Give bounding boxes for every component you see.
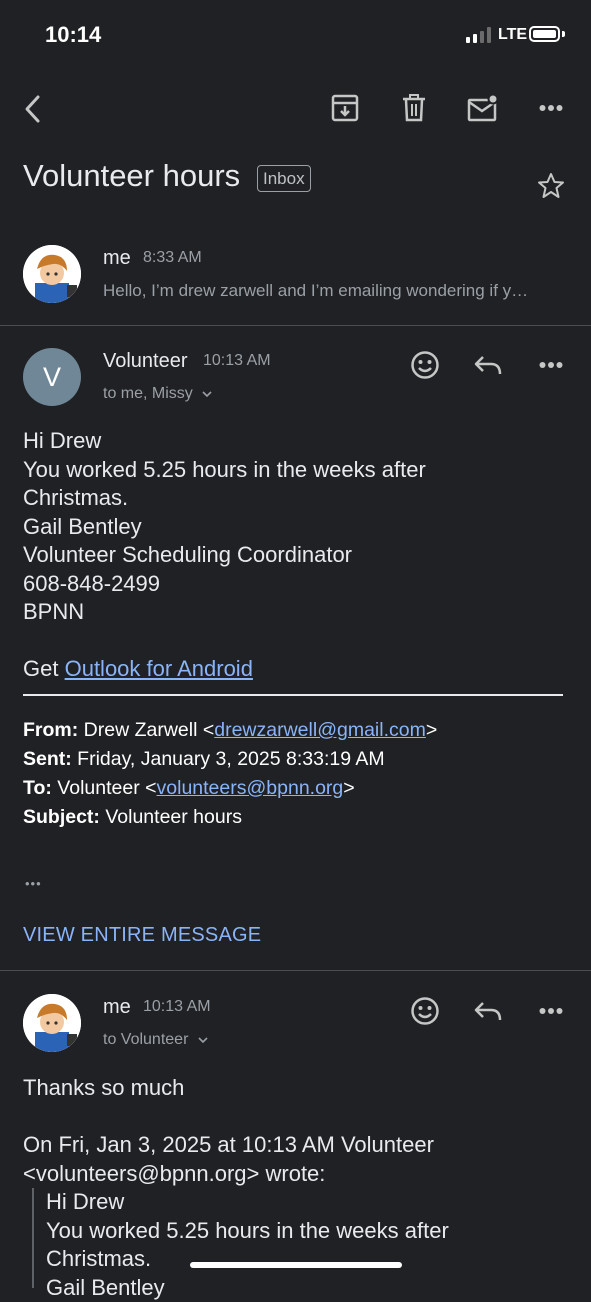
quoted-from: From: Drew Zarwell <drewzarwell@gmail.co… <box>23 716 437 745</box>
chevron-down-icon <box>201 390 213 398</box>
quote-intro-line: On Fri, Jan 3, 2025 at 10:13 AM Voluntee… <box>23 1131 434 1160</box>
to-email-link[interactable]: volunteers@bpnn.org <box>157 777 344 799</box>
back-arrow-icon[interactable] <box>22 94 44 124</box>
divider <box>0 970 591 971</box>
recipients-toggle[interactable]: to Volunteer <box>103 1031 209 1049</box>
from-label: From: <box>23 719 78 741</box>
chevron-down-icon <box>197 1036 209 1044</box>
outlook-link[interactable]: Outlook for Android <box>65 656 253 681</box>
message-body: Hi Drew You worked 5.25 hours in the wee… <box>23 427 426 627</box>
quoted-line: You worked 5.25 hours in the weeks after <box>46 1217 449 1246</box>
avatar: V <box>23 348 81 406</box>
home-indicator[interactable] <box>190 1262 402 1268</box>
message-body: Thanks so much <box>23 1074 184 1103</box>
from-name: Drew Zarwell < <box>84 719 215 741</box>
quoted-to: To: Volunteer <volunteers@bpnn.org> <box>23 774 355 803</box>
signature-prefix: Get <box>23 656 58 681</box>
more-icon[interactable] <box>539 104 563 112</box>
signal-icon <box>466 27 492 43</box>
quote-intro: On Fri, Jan 3, 2025 at 10:13 AM Voluntee… <box>23 1131 434 1188</box>
divider <box>0 325 591 326</box>
network-type: LTE <box>498 26 527 44</box>
body-line: Hi Drew <box>23 427 426 456</box>
message-more-icon[interactable] <box>539 1007 563 1015</box>
body-line: BPNN <box>23 598 426 627</box>
sent-label: Sent: <box>23 748 72 770</box>
avatar <box>23 994 81 1052</box>
quote-intro-line: <volunteers@bpnn.org> wrote: <box>23 1160 434 1189</box>
subject-value: Volunteer hours <box>105 806 242 828</box>
body-line: Gail Bentley <box>23 513 426 542</box>
quoted-text: Hi Drew You worked 5.25 hours in the wee… <box>46 1188 449 1302</box>
quote-bar <box>32 1188 34 1288</box>
sender-name: me <box>103 247 131 270</box>
quoted-subject: Subject: Volunteer hours <box>23 803 242 832</box>
reply-icon[interactable] <box>474 1000 502 1022</box>
body-line: You worked 5.25 hours in the weeks after <box>23 456 426 485</box>
quoted-sent: Sent: Friday, January 3, 2025 8:33:19 AM <box>23 745 385 774</box>
status-time: 10:14 <box>45 22 101 48</box>
sender-name: me <box>103 996 131 1019</box>
thread-subject: Volunteer hours <box>23 158 240 194</box>
sender-name: Volunteer <box>103 350 188 373</box>
battery-icon <box>529 26 560 42</box>
emoji-reaction-icon[interactable] <box>410 350 440 380</box>
recipients-text: to Volunteer <box>103 1031 188 1048</box>
quoted-line: Gail Bentley <box>46 1274 449 1302</box>
signature-line: Get Outlook for Android <box>23 655 253 684</box>
mark-unread-icon[interactable] <box>467 94 499 122</box>
body-line: Christmas. <box>23 484 426 513</box>
from-close: > <box>426 719 437 741</box>
inbox-label-chip[interactable]: Inbox <box>257 165 311 192</box>
message-time: 8:33 AM <box>143 249 202 267</box>
avatar-image <box>23 245 81 303</box>
emoji-reaction-icon[interactable] <box>410 996 440 1026</box>
archive-icon[interactable] <box>331 94 359 122</box>
avatar-image <box>23 994 81 1052</box>
subject-label: Subject: <box>23 806 100 828</box>
sent-value: Friday, January 3, 2025 8:33:19 AM <box>77 748 385 770</box>
message-more-icon[interactable] <box>539 361 563 369</box>
header-separator <box>23 694 563 696</box>
battery-tip <box>562 31 565 37</box>
to-name: Volunteer < <box>57 777 156 799</box>
recipients-toggle[interactable]: to me, Missy <box>103 385 213 403</box>
reply-icon[interactable] <box>474 354 502 376</box>
to-label: To: <box>23 777 52 799</box>
trash-icon[interactable] <box>402 94 426 122</box>
from-email-link[interactable]: drewzarwell@gmail.com <box>214 719 426 741</box>
star-icon[interactable] <box>537 172 565 199</box>
quoted-line: Christmas. <box>46 1245 449 1274</box>
body-line: 608-848-2499 <box>23 570 426 599</box>
view-entire-message-link[interactable]: VIEW ENTIRE MESSAGE <box>23 924 261 947</box>
recipients-text: to me, Missy <box>103 385 193 402</box>
to-close: > <box>343 777 354 799</box>
message-time: 10:13 AM <box>203 352 271 370</box>
message-time: 10:13 AM <box>143 998 211 1016</box>
body-line: Volunteer Scheduling Coordinator <box>23 541 426 570</box>
message-snippet[interactable]: Hello, I’m drew zarwell and I’m emailing… <box>103 281 528 301</box>
quoted-line: Hi Drew <box>46 1188 449 1217</box>
show-trimmed-content-button[interactable]: ••• <box>25 876 42 891</box>
avatar <box>23 245 81 303</box>
